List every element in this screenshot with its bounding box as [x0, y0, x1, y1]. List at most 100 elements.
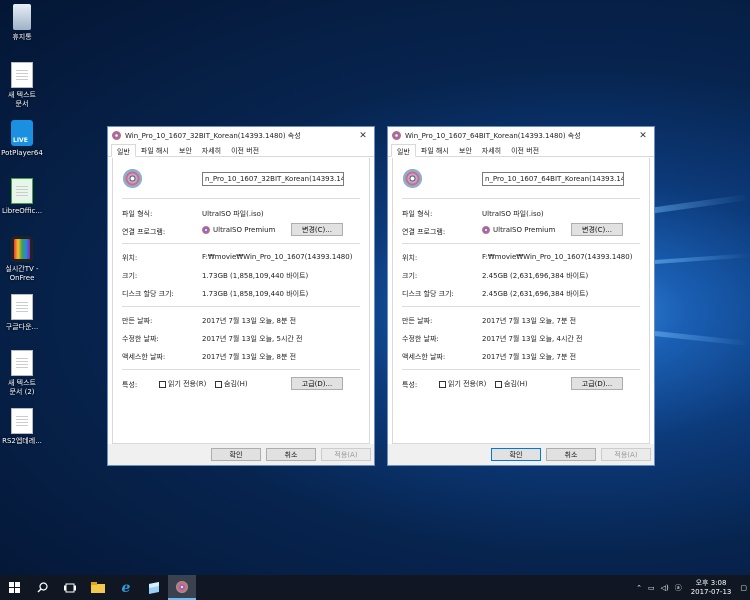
hidden-checkbox-group[interactable]: 숨김(H)	[215, 379, 248, 389]
modified-label: 수정한 날짜:	[402, 335, 439, 343]
location-label: 위치:	[122, 254, 138, 262]
volume-icon[interactable]: ◁)	[661, 584, 669, 592]
readonly-checkbox-group[interactable]: 읽기 전용(R)	[439, 379, 486, 389]
divider	[402, 243, 640, 244]
hidden-checkbox[interactable]	[215, 380, 222, 388]
tab-file-hash[interactable]: 파일 해시	[416, 144, 454, 156]
open-with-label: 연결 프로그램:	[402, 228, 446, 236]
text-document-icon	[11, 350, 33, 376]
dialog-titlebar[interactable]: Win_Pro_10_1607_32BIT_Korean(14393.1480)…	[108, 127, 374, 144]
taskbar-internet-explorer[interactable]: e	[112, 575, 140, 600]
desktop-icon-new-text-2[interactable]: 새 텍스트 문서 (2)	[0, 350, 44, 397]
filename-field[interactable]: n_Pro_10_1607_64BIT_Korean(14393.1480)	[482, 172, 624, 186]
change-button[interactable]: 변경(C)...	[291, 223, 343, 236]
text-document-icon	[11, 294, 33, 320]
taskbar-properties-window[interactable]	[168, 575, 196, 600]
desktop-icon-potplayer[interactable]: LIVE PotPlayer64	[0, 120, 44, 158]
general-panel: n_Pro_10_1607_64BIT_Korean(14393.1480) 파…	[392, 158, 650, 444]
desktop-icon-onfree[interactable]: 실시간TV - OnFree	[0, 236, 44, 283]
tab-general[interactable]: 일반	[111, 144, 136, 157]
network-icon[interactable]: ▭	[648, 584, 655, 592]
size-value: 2.45GB (2,631,696,384 바이트)	[482, 272, 589, 280]
dialog-titlebar[interactable]: Win_Pro_10_1607_64BIT_Korean(14393.1480)…	[388, 127, 654, 144]
chevron-up-icon[interactable]: ⌃	[636, 584, 642, 592]
ok-button[interactable]: 확인	[211, 448, 261, 461]
tab-file-hash[interactable]: 파일 해시	[136, 144, 174, 156]
system-tray: ⌃ ▭ ◁) ⓐ 오후 3:08 2017-07-13 ▢	[633, 579, 750, 597]
properties-dialog-64bit[interactable]: Win_Pro_10_1607_64BIT_Korean(14393.1480)…	[387, 126, 655, 466]
iso-file-icon	[123, 169, 142, 188]
tab-bar: 일반 파일 해시 보안 자세히 이전 버전	[388, 144, 654, 157]
location-label: 위치:	[402, 254, 418, 262]
tab-details[interactable]: 자세히	[477, 144, 506, 156]
divider	[122, 369, 360, 370]
task-view-button[interactable]	[56, 575, 84, 600]
close-icon[interactable]: ✕	[352, 131, 374, 141]
disk-size-label: 디스크 할당 크기:	[122, 290, 174, 298]
notification-icon[interactable]: ▢	[740, 584, 747, 592]
properties-dialog-32bit[interactable]: Win_Pro_10_1607_32BIT_Korean(14393.1480)…	[107, 126, 375, 466]
accessed-value: 2017년 7월 13일 오늘, 7분 전	[482, 353, 577, 361]
modified-value: 2017년 7월 13일 오늘, 5시간 전	[202, 335, 303, 343]
search-button[interactable]	[28, 575, 56, 600]
onfree-tv-icon	[11, 236, 33, 262]
size-label: 크기:	[402, 272, 418, 280]
taskbar-file-explorer[interactable]	[84, 575, 112, 600]
attributes-label: 특성:	[402, 381, 418, 389]
advanced-button[interactable]: 고급(D)...	[571, 377, 623, 390]
ok-button[interactable]: 확인	[491, 448, 541, 461]
text-document-icon	[11, 62, 33, 88]
tab-security[interactable]: 보안	[174, 144, 197, 156]
desktop-icon-recycle-bin[interactable]: 휴지통	[0, 4, 44, 42]
size-label: 크기:	[122, 272, 138, 280]
start-button[interactable]	[0, 575, 28, 600]
advanced-button[interactable]: 고급(D)...	[291, 377, 343, 390]
divider	[122, 198, 360, 199]
accessed-label: 액세스한 날짜:	[122, 353, 166, 361]
location-value: F:₩movie₩Win_Pro_10_1607(14393.1480)	[202, 253, 353, 261]
divider	[402, 198, 640, 199]
readonly-checkbox-group[interactable]: 읽기 전용(R)	[159, 379, 206, 389]
hidden-checkbox-group[interactable]: 숨김(H)	[495, 379, 528, 389]
open-with-value: UltraISO Premium	[202, 226, 275, 234]
desktop-icon-google-download[interactable]: 구글다운...	[0, 294, 44, 332]
readonly-checkbox[interactable]	[439, 380, 446, 388]
size-value: 1.73GB (1,858,109,440 바이트)	[202, 272, 309, 280]
apply-button[interactable]: 적용(A)	[601, 448, 651, 461]
ultraiso-icon	[482, 226, 490, 234]
change-button[interactable]: 변경(C)...	[571, 223, 623, 236]
file-type-value: UltraISO 파일(.iso)	[202, 210, 264, 218]
close-icon[interactable]: ✕	[632, 131, 654, 141]
iso-file-icon	[403, 169, 422, 188]
disk-size-label: 디스크 할당 크기:	[402, 290, 454, 298]
desktop-icon-libreoffice[interactable]: LibreOffic...	[0, 178, 44, 216]
tab-previous-versions[interactable]: 이전 버전	[506, 144, 544, 156]
folder-icon	[91, 582, 105, 593]
internet-explorer-icon: e	[121, 579, 131, 596]
apply-button[interactable]: 적용(A)	[321, 448, 371, 461]
readonly-checkbox[interactable]	[159, 380, 166, 388]
tab-details[interactable]: 자세히	[197, 144, 226, 156]
disc-image-icon	[176, 580, 188, 593]
modified-value: 2017년 7월 13일 오늘, 4시간 전	[482, 335, 583, 343]
ime-icon[interactable]: ⓐ	[675, 583, 682, 593]
cancel-button[interactable]: 취소	[546, 448, 596, 461]
open-with-value: UltraISO Premium	[482, 226, 555, 234]
clock[interactable]: 오후 3:08 2017-07-13	[691, 579, 732, 597]
dialog-title: Win_Pro_10_1607_32BIT_Korean(14393.1480)…	[125, 131, 301, 140]
created-value: 2017년 7월 13일 오늘, 7분 전	[482, 317, 577, 325]
hidden-checkbox[interactable]	[495, 380, 502, 388]
modified-label: 수정한 날짜:	[122, 335, 159, 343]
desktop-icon-new-text[interactable]: 새 텍스트 문서	[0, 62, 44, 109]
live-badge: LIVE	[13, 137, 28, 144]
taskbar-app[interactable]	[140, 575, 168, 600]
tab-bar: 일반 파일 해시 보안 자세히 이전 버전	[108, 144, 374, 157]
created-label: 만든 날짜:	[122, 317, 153, 325]
tab-general[interactable]: 일반	[391, 144, 416, 157]
filename-field[interactable]: n_Pro_10_1607_32BIT_Korean(14393.1480)	[202, 172, 344, 186]
dialog-footer: 확인 취소 적용(A)	[388, 444, 654, 465]
cancel-button[interactable]: 취소	[266, 448, 316, 461]
desktop-icon-rs2[interactable]: RS2엡데레...	[0, 408, 44, 446]
tab-previous-versions[interactable]: 이전 버전	[226, 144, 264, 156]
tab-security[interactable]: 보안	[454, 144, 477, 156]
